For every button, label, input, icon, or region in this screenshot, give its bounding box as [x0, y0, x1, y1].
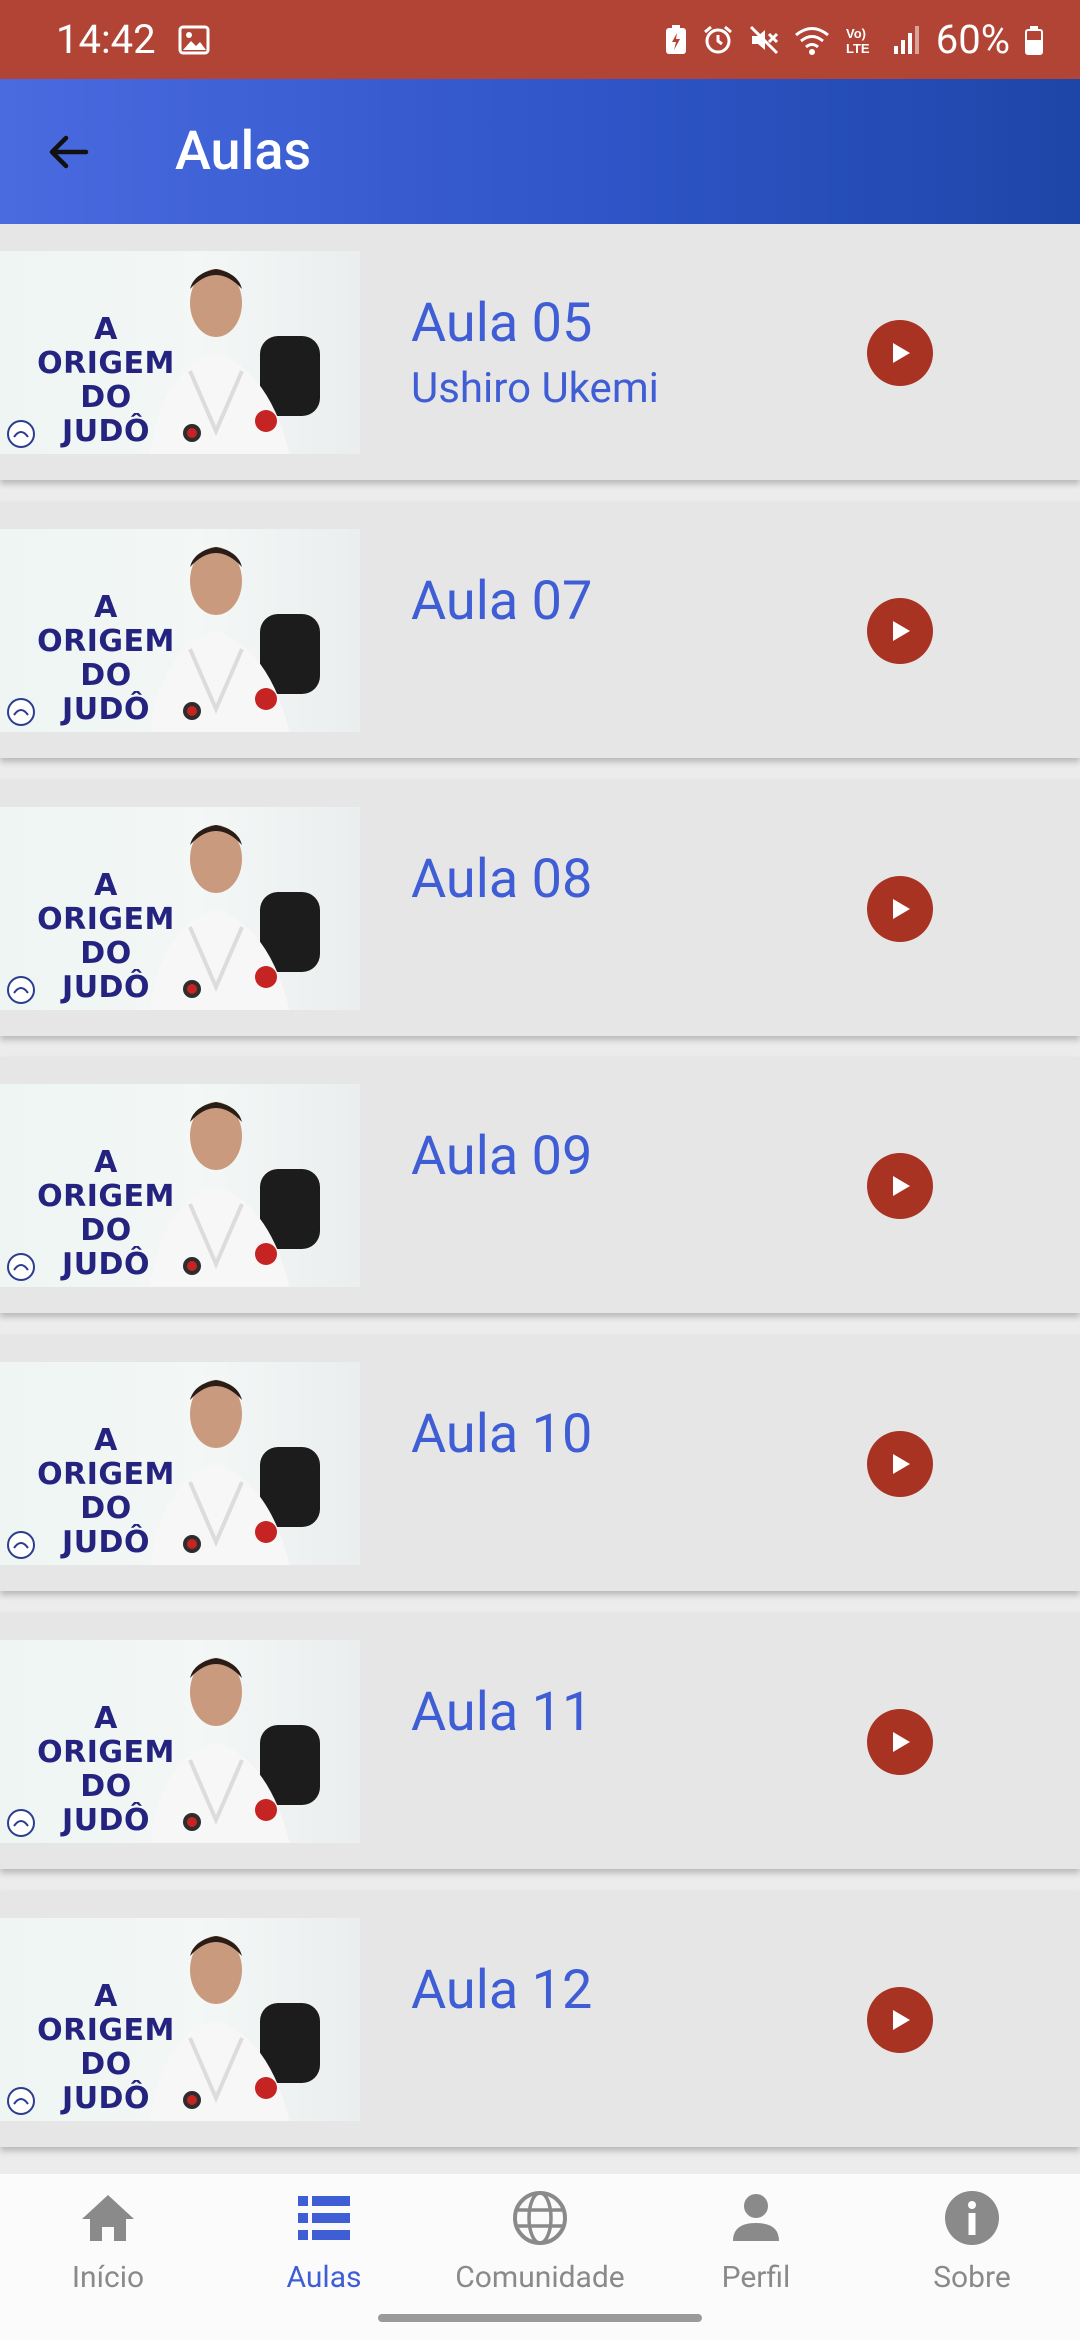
battery-icon — [1024, 24, 1044, 56]
lesson-title: Aula 08 — [411, 848, 593, 911]
thumbnail-line2: DO JUDÔ — [62, 380, 150, 449]
lesson-thumbnail: A ORIGEM DO JUDÔ — [0, 1640, 360, 1843]
wifi-icon — [794, 24, 830, 56]
thumbnail-line2: DO JUDÔ — [62, 1213, 150, 1282]
list-icon — [294, 2188, 354, 2248]
lesson-card[interactable]: A ORIGEM DO JUDÔ Aula 08 — [0, 780, 1080, 1036]
app-bar: Aulas — [0, 79, 1080, 224]
lesson-thumbnail: A ORIGEM DO JUDÔ — [0, 807, 360, 1010]
nav-item-inicio[interactable]: Início — [0, 2174, 216, 2340]
thumbnail-line2: DO JUDÔ — [62, 1491, 150, 1560]
play-icon — [893, 2010, 910, 2030]
play-icon — [893, 899, 910, 919]
club-logo-icon — [7, 1809, 35, 1837]
gallery-icon — [178, 24, 210, 56]
lesson-title: Aula 09 — [411, 1125, 593, 1188]
play-button[interactable] — [867, 876, 933, 942]
nav-label: Início — [71, 2260, 145, 2295]
battery-saver-icon — [664, 24, 688, 56]
alarm-icon — [702, 24, 734, 56]
nav-label: Perfil — [721, 2260, 791, 2295]
page-title: Aulas — [175, 120, 312, 183]
person-icon — [726, 2188, 786, 2248]
mute-icon — [748, 24, 780, 56]
home-icon — [78, 2188, 138, 2248]
instructor-image — [150, 269, 320, 454]
lesson-title: Aula 12 — [411, 1959, 593, 2022]
club-logo-icon — [7, 1531, 35, 1559]
status-left: 14:42 — [56, 16, 210, 63]
battery-percent: 60% — [935, 16, 1010, 63]
lesson-subtitle: Ushiro Ukemi — [411, 364, 659, 413]
instructor-image — [150, 825, 320, 1010]
lesson-card[interactable]: A ORIGEM DO JUDÔ Aula 12 — [0, 1891, 1080, 2147]
thumbnail-line2: DO JUDÔ — [62, 658, 150, 727]
play-icon — [893, 343, 910, 363]
lesson-thumbnail: A ORIGEM DO JUDÔ — [0, 1362, 360, 1565]
lesson-card[interactable]: A ORIGEM DO JUDÔ Aula 10 — [0, 1335, 1080, 1591]
lesson-thumbnail: A ORIGEM DO JUDÔ — [0, 1918, 360, 2121]
status-time: 14:42 — [56, 16, 156, 63]
back-arrow-icon — [49, 135, 89, 168]
play-button[interactable] — [867, 1431, 933, 1497]
play-button[interactable] — [867, 598, 933, 664]
lesson-title: Aula 07 — [411, 570, 593, 633]
status-bar: 14:42 Vo) LTE 60% — [0, 0, 1080, 79]
instructor-image — [150, 1102, 320, 1287]
lesson-title: Aula 10 — [411, 1403, 593, 1466]
home-indicator[interactable] — [378, 2314, 702, 2322]
back-button[interactable] — [33, 117, 103, 187]
lesson-card[interactable]: A ORIGEM DO JUDÔ Aula 11 — [0, 1613, 1080, 1869]
club-logo-icon — [7, 698, 35, 726]
info-icon — [942, 2188, 1002, 2248]
lesson-card[interactable]: A ORIGEM DO JUDÔ Aula 07 — [0, 502, 1080, 758]
instructor-image — [150, 1936, 320, 2121]
play-button[interactable] — [867, 1709, 933, 1775]
instructor-image — [150, 1658, 320, 1843]
nav-label: Sobre — [933, 2260, 1011, 2295]
nav-label: Comunidade — [455, 2260, 625, 2295]
lesson-thumbnail: A ORIGEM DO JUDÔ — [0, 251, 360, 454]
nav-label: Aulas — [286, 2260, 362, 2295]
play-icon — [893, 1732, 910, 1752]
nav-item-sobre[interactable]: Sobre — [864, 2174, 1080, 2340]
club-logo-icon — [7, 1253, 35, 1281]
globe-icon — [510, 2188, 570, 2248]
lesson-title: Aula 05 — [411, 292, 593, 355]
volte-icon: Vo) LTE — [844, 24, 878, 56]
play-icon — [893, 1176, 910, 1196]
play-button[interactable] — [867, 1987, 933, 2053]
play-icon — [893, 621, 910, 641]
play-icon — [893, 1454, 910, 1474]
lesson-card[interactable]: A ORIGEM DO JUDÔ Aula 09 — [0, 1057, 1080, 1313]
instructor-image — [150, 547, 320, 732]
svg-text:LTE: LTE — [846, 41, 870, 56]
play-button[interactable] — [867, 320, 933, 386]
status-right: Vo) LTE 60% — [664, 16, 1044, 63]
lesson-thumbnail: A ORIGEM DO JUDÔ — [0, 529, 360, 732]
club-logo-icon — [7, 420, 35, 448]
play-button[interactable] — [867, 1153, 933, 1219]
svg-text:Vo): Vo) — [846, 26, 866, 41]
lesson-thumbnail: A ORIGEM DO JUDÔ — [0, 1084, 360, 1287]
thumbnail-line2: DO JUDÔ — [62, 1769, 150, 1838]
lesson-title: Aula 11 — [411, 1681, 593, 1744]
lesson-list[interactable]: A ORIGEM DO JUDÔ Aula 05 Ushiro Ukemi A O… — [0, 224, 1080, 2174]
thumbnail-line2: DO JUDÔ — [62, 936, 150, 1005]
instructor-image — [150, 1380, 320, 1565]
thumbnail-line2: DO JUDÔ — [62, 2047, 150, 2116]
signal-icon — [892, 24, 922, 56]
club-logo-icon — [7, 976, 35, 1004]
club-logo-icon — [7, 2087, 35, 2115]
lesson-card[interactable]: A ORIGEM DO JUDÔ Aula 05 Ushiro Ukemi — [0, 224, 1080, 480]
